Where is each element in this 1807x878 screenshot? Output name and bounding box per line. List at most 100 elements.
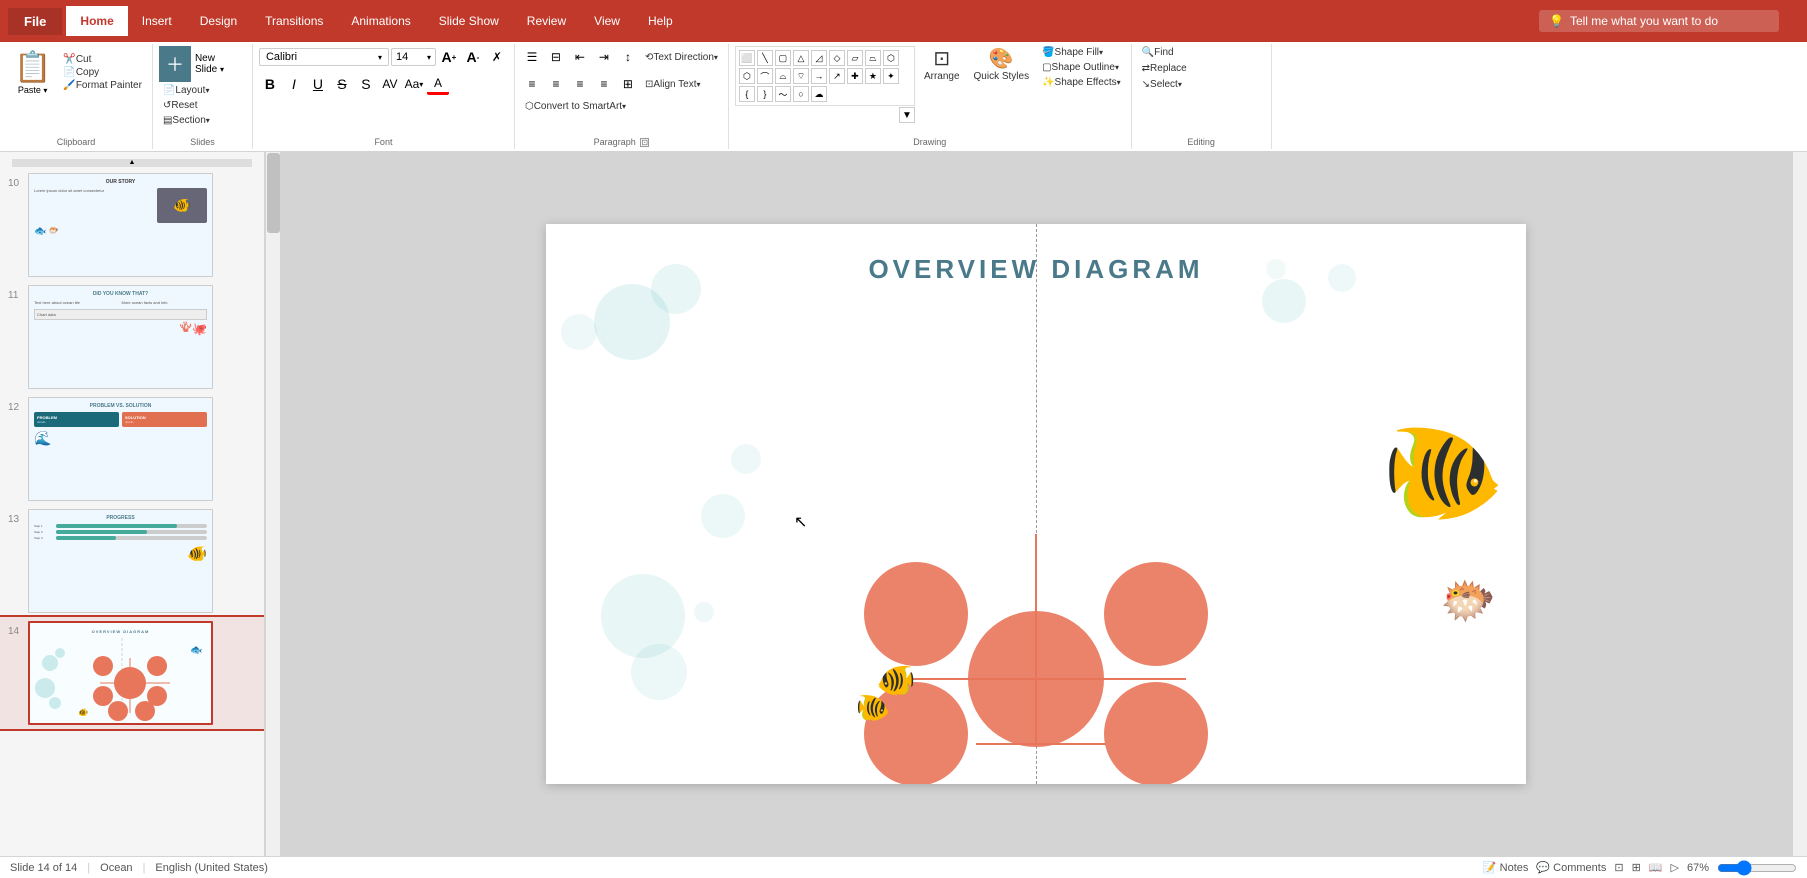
scroll-up-btn[interactable]: ▲	[0, 157, 264, 169]
slide-item-13[interactable]: 13 PROGRESS Step 1 Step 2 Step 3 🐠	[0, 505, 264, 617]
section-button[interactable]: ▤ Section ▾	[159, 114, 224, 127]
shape-line[interactable]: ╲	[757, 50, 773, 66]
comments-btn[interactable]: 💬 Comments	[1536, 861, 1606, 874]
tab-view[interactable]: View	[580, 6, 634, 36]
search-box[interactable]: 💡 Tell me what you want to do	[1539, 10, 1779, 32]
shapes-expand[interactable]: ▼	[899, 107, 915, 123]
zoom-slider[interactable]	[1717, 860, 1797, 876]
reading-view-btn[interactable]: 📖	[1649, 861, 1663, 874]
numbered-list-button[interactable]: ⊟	[545, 46, 567, 68]
increase-indent-button[interactable]: ⇥	[593, 46, 615, 68]
slides-panel[interactable]: ▲ 10 OUR STORY Lorem ipsum dolor sit ame…	[0, 152, 265, 856]
line-spacing-button[interactable]: ↕	[617, 46, 639, 68]
decrease-indent-button[interactable]: ⇤	[569, 46, 591, 68]
slideshow-btn[interactable]: ▷	[1671, 861, 1679, 874]
convert-smartart-button[interactable]: ⬡ Convert to SmartArt ▾	[521, 100, 630, 113]
normal-view-btn[interactable]: ⊡	[1614, 861, 1623, 874]
shape-circle[interactable]: ○	[793, 86, 809, 102]
shape-star[interactable]: ★	[865, 68, 881, 84]
font-size-selector[interactable]: 14 ▾	[391, 48, 436, 66]
tab-help[interactable]: Help	[634, 6, 687, 36]
tab-design[interactable]: Design	[186, 6, 251, 36]
shape-hexagon[interactable]: ⬡	[883, 50, 899, 66]
slide-item-10[interactable]: 10 OUR STORY Lorem ipsum dolor sit amet …	[0, 169, 264, 281]
decrease-font-button[interactable]: A-	[462, 46, 484, 68]
shape-cross[interactable]: ✚	[847, 68, 863, 84]
tab-animations[interactable]: Animations	[337, 6, 424, 36]
shape-arc[interactable]: ⌒	[757, 68, 773, 84]
shape-rect[interactable]: ⬜	[739, 50, 755, 66]
tab-home[interactable]: Home	[66, 6, 127, 36]
shape-parallelogram[interactable]: ▱	[847, 50, 863, 66]
tab-slideshow[interactable]: Slide Show	[425, 6, 513, 36]
shape-octagon[interactable]: ⬡	[739, 68, 755, 84]
find-button[interactable]: 🔍 Find	[1138, 46, 1191, 59]
slide-item-14[interactable]: 14 OVERVIEW DIAGRAM	[0, 617, 264, 729]
paragraph-expand[interactable]: ⊡	[640, 138, 649, 147]
paragraph-label: Paragraph ⊡	[515, 137, 728, 147]
text-direction-button[interactable]: ⟲ Text Direction ▾	[641, 51, 722, 64]
bullet-list-button[interactable]: ☰	[521, 46, 543, 68]
layout-button[interactable]: 📄 Layout ▾	[159, 84, 224, 97]
char-spacing-button[interactable]: AV	[379, 73, 401, 95]
shape-arrow2[interactable]: ↗	[829, 68, 845, 84]
tab-review[interactable]: Review	[513, 6, 580, 36]
slide-sorter-btn[interactable]: ⊞	[1632, 861, 1641, 874]
shape-brace[interactable]: }	[757, 86, 773, 102]
tab-insert[interactable]: Insert	[128, 6, 186, 36]
bold-button[interactable]: B	[259, 73, 281, 95]
tab-transitions[interactable]: Transitions	[251, 6, 337, 36]
align-right-button[interactable]: ≡	[569, 73, 591, 95]
shape-effects-button[interactable]: ✨ Shape Effects ▾	[1038, 76, 1125, 89]
align-left-button[interactable]: ≡	[521, 73, 543, 95]
shape-cloud[interactable]: ☁	[811, 86, 827, 102]
shape-triangle[interactable]: △	[793, 50, 809, 66]
file-tab[interactable]: File	[8, 8, 62, 35]
slide-item-12[interactable]: 12 PROBLEM VS. SOLUTION PROBLEM details …	[0, 393, 264, 505]
strikethrough-button[interactable]: S	[331, 73, 353, 95]
align-center-button[interactable]: ≡	[545, 73, 567, 95]
shape-fill-button[interactable]: 🪣 Shape Fill ▾	[1038, 46, 1125, 59]
align-text-button[interactable]: ⊡ Align Text ▾	[641, 78, 705, 91]
new-slide-icon[interactable]: ＋	[159, 46, 191, 82]
paste-button[interactable]: 📋 Paste ▾	[6, 46, 59, 99]
language-info: English (United States)	[155, 862, 268, 874]
columns-button[interactable]: ⊞	[617, 73, 639, 95]
select-button[interactable]: ↘ Select ▾	[1138, 78, 1191, 91]
font-color-button[interactable]: A	[427, 73, 449, 95]
new-slide-button[interactable]: NewSlide ▾	[195, 53, 224, 75]
shape-trapezoid[interactable]: ⏢	[865, 50, 881, 66]
underline-button[interactable]: U	[307, 73, 329, 95]
scroll-thumb[interactable]	[267, 153, 280, 233]
canvas-area[interactable]: OVERVIEW DIAGRAM	[280, 152, 1792, 856]
shape-outline-button[interactable]: ▢ Shape Outline ▾	[1038, 61, 1125, 74]
font-name-selector[interactable]: Calibri ▾	[259, 48, 389, 66]
clear-format-button[interactable]: ✗	[486, 46, 508, 68]
arrange-button[interactable]: ⊡ Arrange	[919, 46, 965, 85]
shape-bracket[interactable]: {	[739, 86, 755, 102]
shape-right-triangle[interactable]: ◿	[811, 50, 827, 66]
shape-connector[interactable]: ⌔	[793, 68, 809, 84]
shape-arrow[interactable]: →	[811, 68, 827, 84]
justify-button[interactable]: ≡	[593, 73, 615, 95]
shadow-button[interactable]: S	[355, 73, 377, 95]
shape-diamond[interactable]: ◇	[829, 50, 845, 66]
reset-button[interactable]: ↺ Reset	[159, 99, 224, 112]
slides-scrollbar[interactable]	[265, 152, 280, 856]
increase-font-button[interactable]: A+	[438, 46, 460, 68]
quick-styles-button[interactable]: 🎨 Quick Styles	[969, 46, 1035, 85]
shape-round-rect[interactable]: ▢	[775, 50, 791, 66]
replace-button[interactable]: ⇄ Replace	[1138, 62, 1191, 75]
shape-explosion[interactable]: ✦	[883, 68, 899, 84]
cut-button[interactable]: ✂️ Cut	[59, 53, 146, 66]
notes-btn[interactable]: 📝 Notes	[1483, 861, 1529, 874]
shape-curve[interactable]: ⌓	[775, 68, 791, 84]
shape-wave[interactable]: 〜	[775, 86, 791, 102]
slide-item-11[interactable]: 11 DID YOU KNOW THAT? Text here about oc…	[0, 281, 264, 393]
copy-button[interactable]: 📄 Copy	[59, 66, 146, 79]
italic-button[interactable]: I	[283, 73, 305, 95]
change-case-button[interactable]: Aa▾	[403, 73, 425, 95]
tab-menu: Home Insert Design Transitions Animation…	[66, 6, 1539, 36]
status-bar: Slide 14 of 14 | Ocean | English (United…	[0, 856, 1807, 878]
format-painter-button[interactable]: 🖌️ Format Painter	[59, 79, 146, 92]
